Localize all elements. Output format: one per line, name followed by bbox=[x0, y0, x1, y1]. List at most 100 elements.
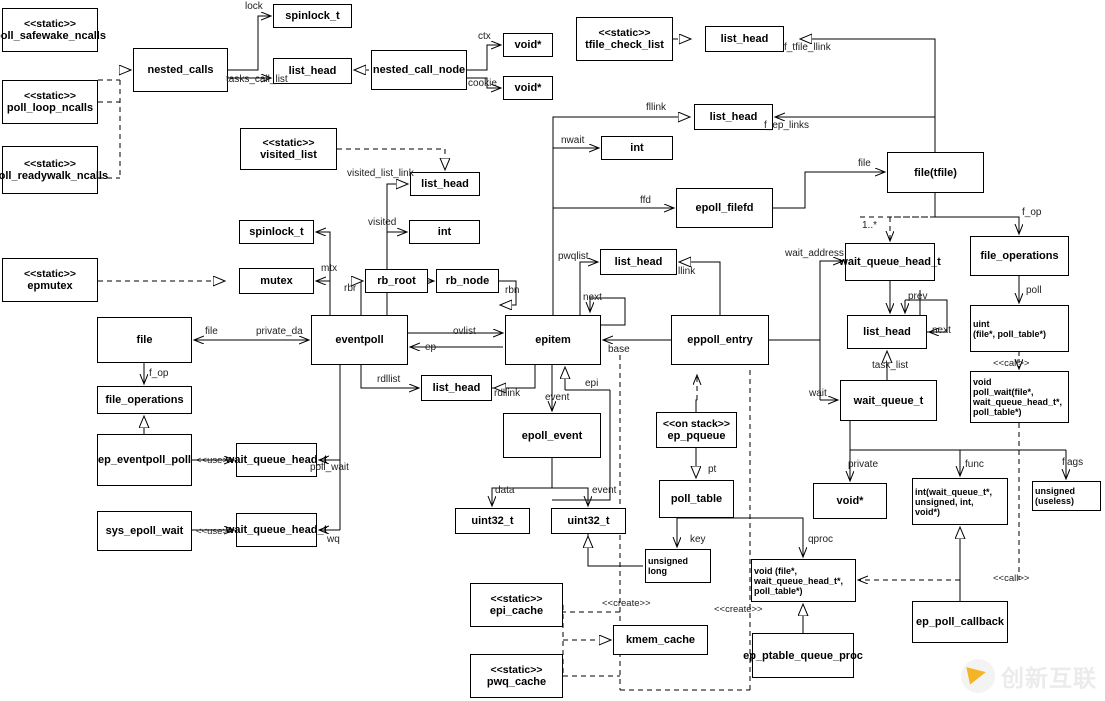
class-box-label: epoll_event bbox=[521, 429, 583, 442]
edge-label-rdllink: rdllink bbox=[494, 388, 521, 399]
class-box-list_head_rdllist: list_head bbox=[421, 375, 492, 401]
class-box-label: void* bbox=[514, 82, 542, 94]
class-box-list_head_pwqlist: list_head bbox=[600, 249, 677, 275]
class-box-wait_queue_head_t_right: wait_queue_head_t bbox=[839, 243, 941, 281]
stereotype-label: <<static>> bbox=[24, 158, 76, 170]
edge-label-create_2: <<create>> bbox=[714, 604, 763, 615]
class-box-label: poll_table bbox=[670, 493, 723, 505]
edge-label-visited: visited bbox=[368, 217, 397, 228]
class-box-ep_ptable_queue_proc: ep_ptable_queue_proc bbox=[743, 633, 863, 678]
class-box-epi_cache: <<static>> epi_cache bbox=[470, 583, 563, 627]
edge-label-ep: ep bbox=[425, 342, 437, 353]
edge-label-flags: flags bbox=[1062, 457, 1084, 468]
class-box-uint32_t_event: uint32_t bbox=[551, 508, 626, 534]
class-box-label: void* bbox=[836, 495, 864, 507]
watermark-text: 创新互联 bbox=[1001, 665, 1097, 691]
edge-label-one_star: 1..* bbox=[862, 220, 878, 231]
class-box-label: file bbox=[136, 334, 153, 346]
class-box-epoll_filefd: epoll_filefd bbox=[676, 188, 773, 228]
class-box-eppoll_entry: eppoll_entry bbox=[671, 315, 769, 365]
class-box-label: visited_list bbox=[260, 149, 317, 161]
class-box-epitem: epitem bbox=[505, 315, 601, 365]
class-box-rb_node: rb_node bbox=[436, 269, 499, 293]
class-box-tfile_check_list: <<static>> tfile_check_list bbox=[576, 17, 673, 61]
class-box-wait_queue_head_t_poll: wait_queue_head_t bbox=[226, 443, 327, 477]
class-box-sys_epoll_wait: sys_epoll_wait bbox=[97, 511, 192, 551]
class-box-poll_wait_fn: void poll_wait(file*, wait_queue_head_t*, p… bbox=[970, 371, 1069, 423]
class-box-label: void* bbox=[514, 39, 542, 51]
class-box-kmem_cache: kmem_cache bbox=[613, 625, 708, 655]
class-box-label: int bbox=[437, 226, 452, 238]
edge-label-ctx: ctx bbox=[478, 31, 491, 42]
class-box-unsigned_long: unsigned long bbox=[645, 549, 711, 583]
class-box-ep_pqueue: <<on stack>> ep_pqueue bbox=[656, 412, 737, 448]
stereotype-label: <<static>> bbox=[490, 664, 543, 676]
class-box-rb_root: rb_root bbox=[365, 269, 428, 293]
edge-label-file_assoc: file bbox=[858, 158, 871, 169]
class-box-qproc_fn: void (file*, wait_queue_head_t*, poll_tabl… bbox=[751, 559, 856, 602]
class-box-label: ep_ptable_queue_proc bbox=[743, 649, 863, 662]
uml-class-diagram: <<static>> poll_safewake_ncalls <<static>>… bbox=[0, 0, 1105, 701]
edge-label-ffd: ffd bbox=[640, 195, 651, 206]
edge-label-private_data: private_da bbox=[256, 326, 303, 337]
class-box-label-line: (file*, poll_table*) bbox=[973, 328, 1047, 339]
edge-label-task_list: task_list bbox=[872, 360, 909, 371]
class-box-label-line: poll_table*) bbox=[973, 407, 1022, 417]
class-box-label: eppoll_entry bbox=[687, 334, 753, 346]
edge-label-use_1: <<use>> bbox=[196, 455, 234, 466]
stereotype-label: <<static>> bbox=[262, 137, 315, 149]
class-box-label: pwq_cache bbox=[486, 676, 547, 688]
edge-label-f_tfile_llink: f_tfile_llink bbox=[784, 42, 831, 53]
class-box-label: list_head bbox=[288, 65, 337, 77]
class-box-label-line: wait_queue_head_t*, bbox=[754, 575, 844, 586]
class-box-poll_readywalk_ncalls: <<static>> poll_readywalk_ncalls bbox=[0, 146, 108, 194]
edge-label-llink: llink bbox=[678, 266, 696, 277]
class-box-label-line: unsigned, int, bbox=[915, 496, 974, 507]
edge-label-next_epi: next bbox=[583, 292, 602, 303]
class-box-label-line: poll_table*) bbox=[754, 585, 803, 596]
class-box-label: ep_poll_callback bbox=[915, 616, 1005, 628]
class-box-visited_list: <<static>> visited_list bbox=[240, 128, 337, 170]
edge-label-prev: prev bbox=[908, 291, 928, 302]
class-box-label-line: (useless) bbox=[1035, 496, 1075, 506]
edge-label-qproc: qproc bbox=[808, 534, 834, 545]
edge-label-ovlist: ovlist bbox=[453, 326, 476, 337]
class-box-label-line: wait_queue_head_t*, bbox=[973, 397, 1063, 407]
class-box-label: mutex bbox=[260, 275, 293, 287]
site-watermark: 创新互联 bbox=[961, 659, 1097, 693]
edge-label-epi: epi bbox=[585, 378, 599, 389]
class-box-label: kmem_cache bbox=[625, 634, 696, 646]
edge-label-nwait: nwait bbox=[561, 135, 585, 146]
class-box-label-line: int(wait_queue_t*, bbox=[915, 486, 993, 497]
class-box-ep_eventpoll_poll: ep_eventpoll_poll bbox=[97, 434, 192, 486]
edge-label-rdllist: rdllist bbox=[377, 374, 401, 385]
stereotype-label: <<static>> bbox=[24, 268, 76, 280]
stereotype-label: <<static>> bbox=[598, 27, 651, 39]
class-box-label-line: void (file*, bbox=[754, 565, 798, 576]
class-box-label-line: long bbox=[648, 566, 667, 576]
class-box-label: spinlock_t bbox=[285, 10, 340, 22]
edge-label-cookie: cookie bbox=[468, 78, 497, 89]
class-box-list_head_visited: list_head bbox=[410, 172, 480, 196]
edge-label-mtx: mtx bbox=[321, 263, 338, 274]
class-box-epoll_event: epoll_event bbox=[503, 413, 601, 458]
class-box-label: rb_node bbox=[445, 275, 490, 287]
class-box-file_tfile: file(tfile) bbox=[887, 152, 984, 193]
class-box-voidp_ctx: void* bbox=[503, 33, 553, 57]
class-box-unsigned_useless: unsigned (useless) bbox=[1032, 481, 1101, 511]
edge-label-key: key bbox=[690, 534, 706, 545]
class-box-label: wait_queue_head_t bbox=[839, 256, 941, 268]
edge-label-wait: wait bbox=[809, 388, 827, 399]
edge-label-next_wq: next bbox=[932, 325, 951, 336]
class-box-label: epmutex bbox=[27, 280, 73, 292]
class-box-int_visited: int bbox=[409, 220, 480, 244]
edge-label-base: base bbox=[608, 344, 630, 355]
class-box-label: epitem bbox=[535, 334, 571, 346]
edge-label-call_right: <<call>> bbox=[993, 358, 1030, 369]
class-box-pwq_cache: <<static>> pwq_cache bbox=[470, 654, 563, 698]
stereotype-label: <<static>> bbox=[24, 18, 76, 30]
edge-label-lock: lock bbox=[245, 1, 263, 12]
class-box-label: poll_readywalk_ncalls bbox=[0, 170, 109, 182]
edge-label-call_bottom: <<call>> bbox=[993, 573, 1030, 584]
class-box-label: list_head bbox=[720, 33, 769, 45]
